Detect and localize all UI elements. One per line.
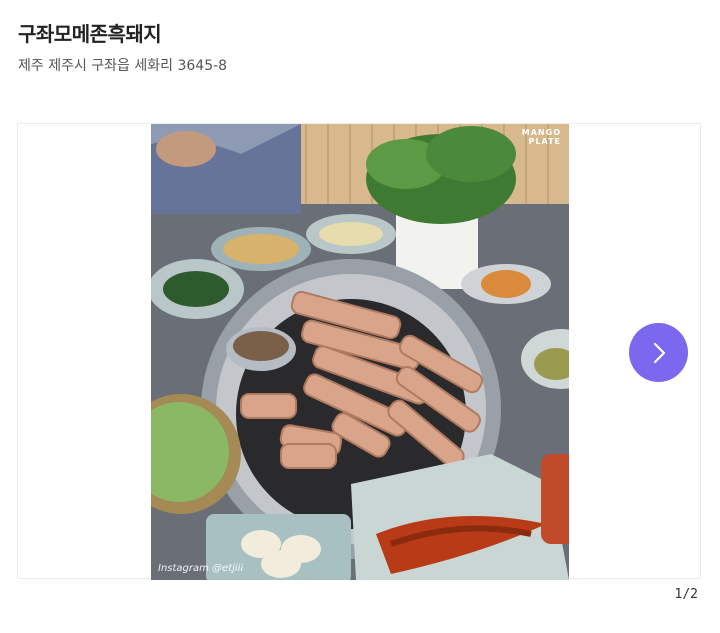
photo-credit: Instagram @etjiii bbox=[158, 563, 244, 574]
chevron-right-icon bbox=[653, 342, 665, 363]
page-counter: 1/2 bbox=[674, 587, 698, 602]
watermark-line2: PLATE bbox=[528, 137, 561, 146]
watermark-line1: MANGO bbox=[521, 128, 561, 137]
restaurant-photo[interactable]: MANGO PLATE Instagram @etjiii bbox=[151, 124, 569, 580]
restaurant-name: 구좌모메존흑돼지 bbox=[18, 22, 162, 46]
photo-gallery: MANGO PLATE Instagram @etjiii bbox=[17, 123, 701, 580]
next-photo-button[interactable] bbox=[629, 323, 688, 382]
restaurant-address: 제주 제주시 구좌읍 세화리 3645-8 bbox=[18, 58, 228, 74]
